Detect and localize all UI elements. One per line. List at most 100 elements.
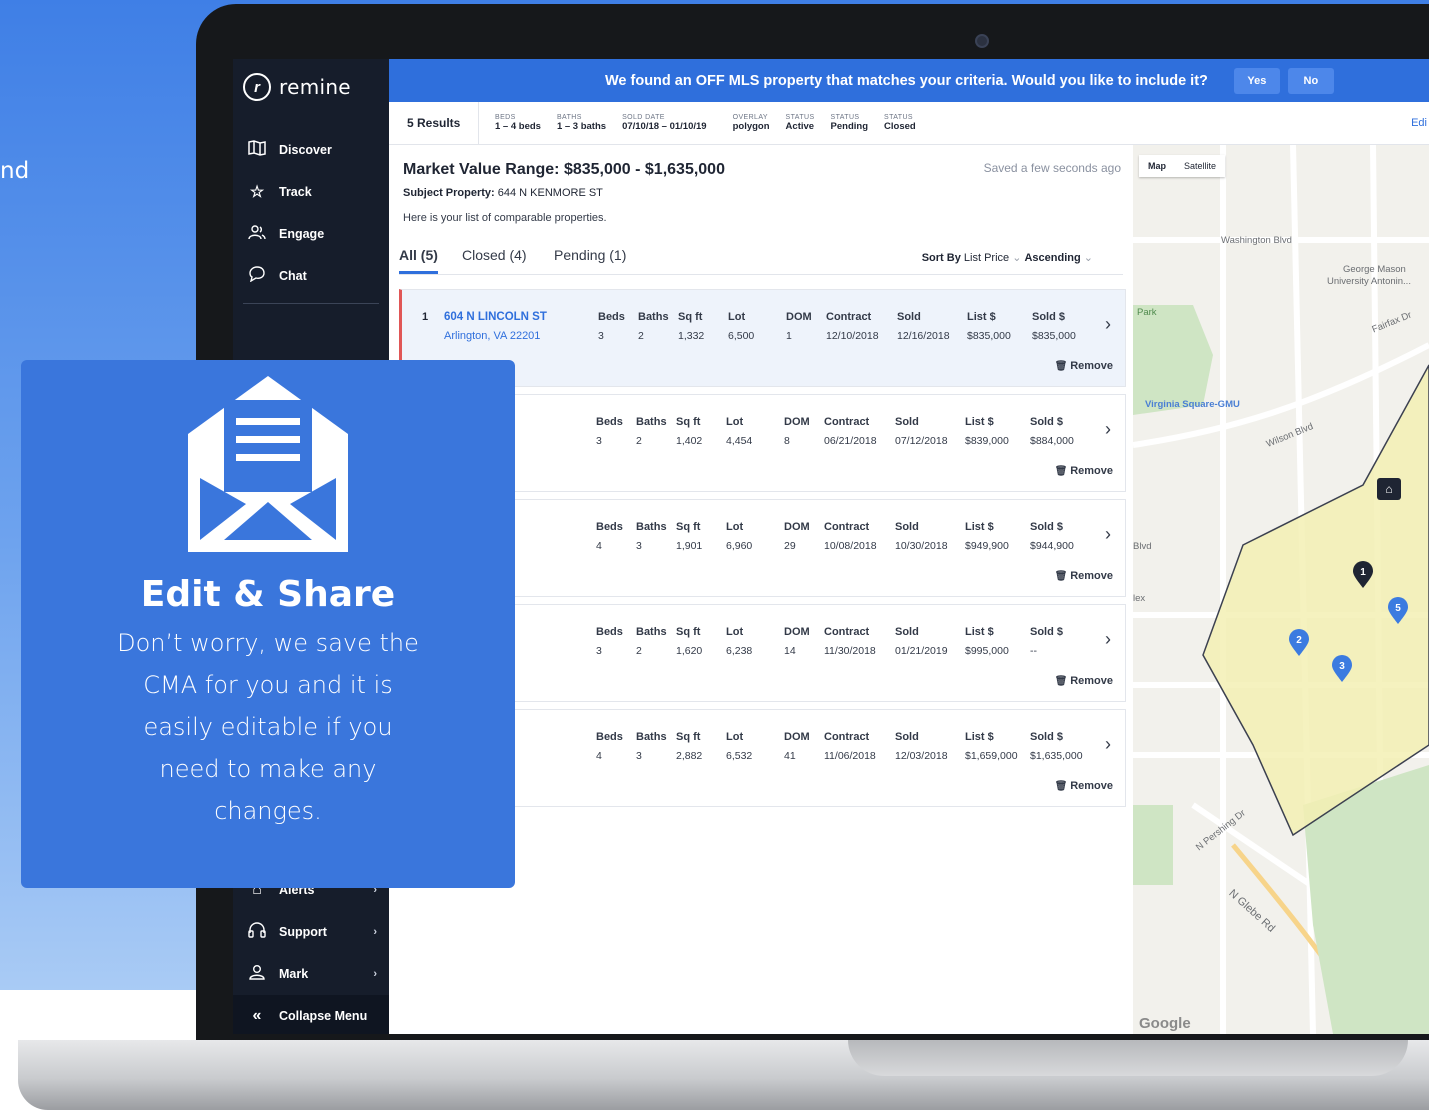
status-tabs: All (5) Closed (4) Pending (1) Sort By L… — [399, 245, 1123, 275]
row-stat-value: 3 — [596, 645, 602, 657]
tab-pending[interactable]: Pending (1) — [554, 247, 626, 263]
row-stat-header: Sold $ — [1030, 521, 1064, 533]
sidebar-item-label: Engage — [279, 227, 325, 241]
subject-property: Subject Property: 644 N KENMORE ST — [403, 187, 603, 199]
row-stat-value: 2 — [638, 330, 644, 342]
subject-value: 644 N KENMORE ST — [497, 187, 603, 199]
filter-value: 1 – 3 baths — [556, 121, 607, 132]
tab-all[interactable]: All (5) — [399, 247, 438, 274]
saved-status: Saved a few seconds ago — [983, 161, 1121, 175]
map-toggle-map[interactable]: Map — [1139, 155, 1175, 177]
sidebar-item-engage[interactable]: Engage — [233, 213, 389, 255]
row-stat-value: $884,000 — [1030, 435, 1074, 447]
map-pin[interactable]: 1 — [1352, 561, 1374, 589]
filter-beds[interactable]: BEDS 1 – 4 beds — [495, 114, 541, 132]
home-icon[interactable]: ⌂ — [1377, 478, 1401, 500]
filter-label: STATUS — [785, 114, 815, 121]
row-stat-value: 29 — [784, 540, 796, 552]
sort-field[interactable]: List Price — [964, 252, 1009, 264]
row-stat: List $ $835,000 — [967, 311, 1011, 342]
row-stat-header: Lot — [726, 521, 744, 533]
remove-label: Remove — [1070, 360, 1113, 372]
row-stat-header: Sold — [895, 521, 919, 533]
row-address-city[interactable]: Arlington, VA 22201 — [444, 330, 540, 342]
background-text-fragment: nd — [0, 158, 30, 184]
banner-yes-button[interactable]: Yes — [1233, 67, 1280, 94]
row-address-street[interactable]: 604 N LINCOLN ST — [444, 311, 547, 323]
chevron-right-icon[interactable]: › — [1105, 314, 1111, 335]
tab-closed[interactable]: Closed (4) — [462, 247, 527, 263]
row-stat: List $ $949,900 — [965, 521, 1009, 552]
remove-button[interactable]: 🗑 Remove — [1055, 675, 1113, 687]
open-envelope-icon — [188, 376, 348, 552]
filter-status-closed[interactable]: STATUS Closed — [884, 114, 916, 132]
sidebar-divider — [243, 303, 379, 304]
map-toggle-satellite[interactable]: Satellite — [1175, 155, 1225, 177]
map-label-blvd: Blvd — [1133, 541, 1152, 552]
row-stat-value: $835,000 — [1032, 330, 1076, 342]
row-stat: Lot 6,532 — [726, 731, 752, 762]
filter-value: Closed — [884, 121, 916, 132]
market-value-range: Market Value Range: $835,000 - $1,635,00… — [403, 161, 725, 178]
banner-message: We found an OFF MLS property that matche… — [605, 72, 1208, 89]
sidebar-item-chat[interactable]: Chat — [233, 255, 389, 297]
sidebar-item-discover[interactable]: Discover — [233, 129, 389, 171]
filter-baths[interactable]: BATHS 1 – 3 baths — [557, 114, 606, 132]
map-pin[interactable]: 3 — [1331, 655, 1353, 683]
map-pin[interactable]: 5 — [1387, 597, 1409, 625]
sidebar-item-mark[interactable]: Mark › — [233, 953, 389, 995]
row-stat-header: Beds — [596, 521, 623, 533]
remove-button[interactable]: 🗑 Remove — [1055, 465, 1113, 477]
row-stat-header: Sold $ — [1030, 416, 1064, 428]
trash-icon: 🗑 — [1054, 571, 1071, 582]
row-stat-header: Lot — [728, 311, 746, 323]
row-stat-header: Sold — [895, 731, 919, 743]
row-stat: DOM 14 — [784, 626, 810, 657]
row-stat-header: List $ — [965, 626, 994, 638]
row-stat: Beds 4 — [596, 521, 623, 552]
filter-status-active[interactable]: STATUS Active — [786, 114, 815, 132]
row-stat-value: 6,500 — [728, 330, 755, 342]
trash-icon: 🗑 — [1054, 466, 1071, 477]
row-stat: Sq ft 2,882 — [676, 731, 702, 762]
row-stat-value: 2 — [636, 435, 642, 447]
row-stat: Sq ft 1,901 — [676, 521, 702, 552]
map-label-park: Park — [1137, 307, 1157, 318]
chevron-right-icon[interactable]: › — [1105, 734, 1111, 755]
banner-no-button[interactable]: No — [1287, 67, 1334, 94]
sidebar-item-track[interactable]: ☆ Track — [233, 171, 389, 213]
row-stat: Sold 12/16/2018 — [897, 311, 950, 342]
row-stat-value: 11/30/2018 — [824, 645, 876, 657]
row-stat: DOM 1 — [786, 311, 812, 342]
chevron-right-icon[interactable]: › — [1105, 524, 1111, 545]
sidebar-item-support[interactable]: Support › — [233, 911, 389, 953]
map-pin-label: 5 — [1395, 603, 1401, 614]
remove-button[interactable]: 🗑 Remove — [1055, 570, 1113, 582]
map-type-toggle[interactable]: Map Satellite — [1139, 155, 1226, 177]
remove-button[interactable]: 🗑 Remove — [1055, 780, 1113, 792]
filter-value: 07/10/18 – 01/10/19 — [622, 121, 707, 132]
edit-link[interactable]: Edi — [1411, 117, 1429, 129]
remove-button[interactable]: 🗑 Remove — [1055, 360, 1113, 372]
row-stat: DOM 8 — [784, 416, 810, 447]
map-pin[interactable]: 2 — [1288, 629, 1310, 657]
filter-sold-date[interactable]: SOLD DATE 07/10/18 – 01/10/19 — [622, 114, 707, 132]
filter-label: STATUS — [884, 114, 913, 121]
chevron-right-icon[interactable]: › — [1105, 629, 1111, 650]
row-stat: Baths 2 — [636, 626, 667, 657]
row-stat: Contract 12/10/2018 — [826, 311, 879, 342]
sidebar-item-label: Chat — [279, 269, 307, 283]
sort-control[interactable]: Sort By List Price ⌄ Ascending ⌄ — [922, 251, 1093, 264]
logo[interactable]: r remine — [243, 73, 351, 101]
row-stat: Sold $ -- — [1030, 626, 1063, 657]
subject-label: Subject Property: — [403, 187, 495, 199]
map-panel[interactable]: Map Satellite Washington Blvd George Mas… — [1133, 145, 1429, 1034]
collapse-menu-button[interactable]: « Collapse Menu — [233, 995, 389, 1034]
row-stat-header: Baths — [636, 416, 667, 428]
filter-status-pending[interactable]: STATUS Pending — [831, 114, 868, 132]
filter-overlay[interactable]: OVERLAY polygon — [733, 114, 770, 132]
chevron-right-icon[interactable]: › — [1105, 419, 1111, 440]
row-stat-header: Baths — [638, 311, 669, 323]
sort-order[interactable]: Ascending — [1024, 252, 1080, 264]
row-stat-value: 1,901 — [676, 540, 703, 552]
